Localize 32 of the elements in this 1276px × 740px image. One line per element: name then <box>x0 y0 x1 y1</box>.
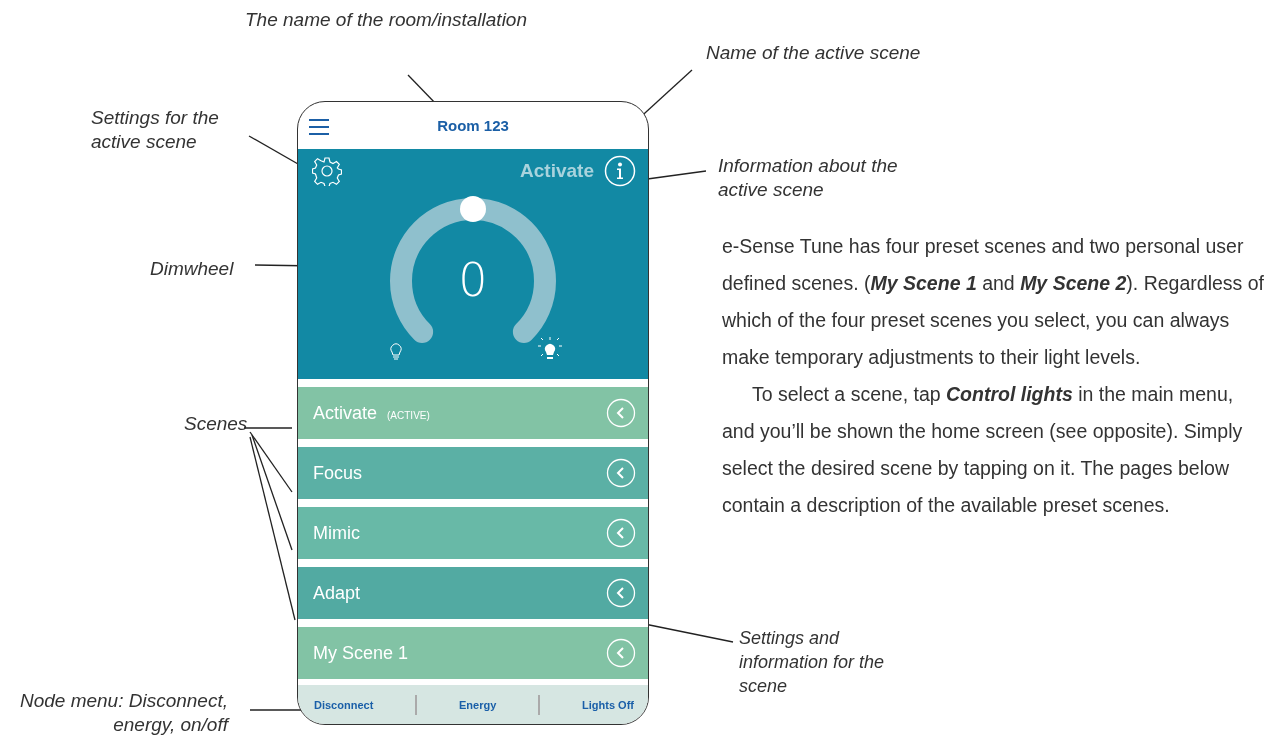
body-paragraph: e-Sense Tune has four preset scenes and two personal user defined scenes. (My Scene 1 and My Scene 2). Regardless of which of the four preset scenes you select, you can always make temporary adjustments to their light levels. <box>722 234 1265 370</box>
menu-icon[interactable] <box>308 118 330 136</box>
scene-row[interactable]: My Scene 1 <box>298 627 648 679</box>
chevron-left-icon[interactable] <box>606 458 636 488</box>
annotation-label: Dimwheel <box>150 257 235 281</box>
settings-icon[interactable] <box>312 156 342 186</box>
dim-bulb-icon <box>390 343 402 360</box>
annotation-label: The name of the room/installation <box>245 8 528 32</box>
annotation-label: Settings and information for the scene <box>739 627 886 698</box>
active-scene-name: Activate <box>520 160 594 182</box>
body-paragraph: To select a scene, tap Control lights in the main menu, and you’ll be shown the home screen (see opposite). Simply select the desired scene by tapping on it. The pages below contain a description of the available preset scenes. <box>722 382 1244 518</box>
annotation-label: Name of the active scene <box>706 41 922 65</box>
node-menu-button[interactable]: Disconnect <box>312 694 376 715</box>
annotation-label: Node menu: Disconnect, energy, on/off <box>18 689 228 737</box>
room-title: Room 123 <box>437 117 509 134</box>
annotation-label: Information about the active scene <box>718 154 899 202</box>
bright-bulb-icon <box>537 336 563 359</box>
node-menu-button[interactable]: Lights Off <box>580 694 636 715</box>
chevron-left-icon[interactable] <box>606 518 636 548</box>
scene-row[interactable]: Mimic <box>298 507 648 559</box>
chevron-left-icon[interactable] <box>606 578 636 608</box>
dimwheel-thumb[interactable] <box>460 196 486 222</box>
leader-line <box>243 427 293 429</box>
dimwheel-track[interactable] <box>390 198 556 343</box>
info-icon[interactable] <box>604 155 636 187</box>
annotation-label: Scenes <box>184 412 249 436</box>
node-menu-button[interactable]: Energy <box>457 694 499 715</box>
scene-row[interactable]: Focus <box>298 447 648 499</box>
dimwheel-reading: 0 <box>457 254 489 306</box>
annotation-label: Settings for the active scene <box>91 106 220 154</box>
scene-row[interactable]: Adapt <box>298 567 648 619</box>
scene-row[interactable]: Activate (ACTIVE) <box>298 387 648 439</box>
